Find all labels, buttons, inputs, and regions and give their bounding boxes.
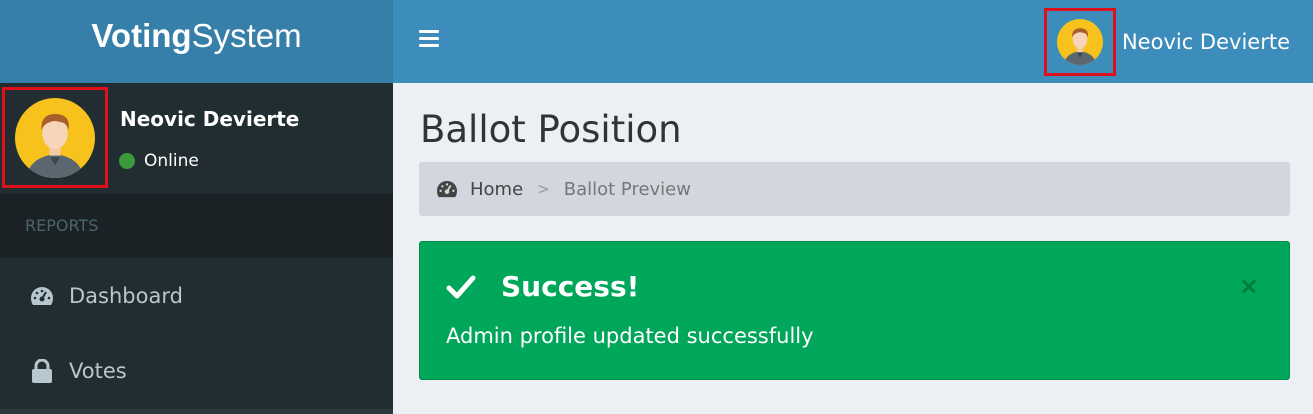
sidebar-toggle-icon[interactable]: [419, 30, 439, 48]
sidebar-item-votes[interactable]: Votes: [0, 333, 393, 408]
sidebar-item-label: Dashboard: [69, 283, 183, 308]
sidebar-section-header: REPORTS: [0, 194, 393, 258]
alert-message: Admin profile updated successfully: [446, 324, 814, 348]
online-status: Online: [119, 151, 199, 171]
close-icon[interactable]: ×: [1239, 272, 1259, 300]
breadcrumb-separator: >: [537, 180, 550, 198]
app-logo[interactable]: VotingSystem: [0, 0, 393, 83]
dashboard-icon: [29, 283, 55, 309]
success-alert: Success! Admin profile updated successfu…: [419, 241, 1290, 380]
sidebar-item-partial[interactable]: [0, 409, 393, 414]
alert-header: Success!: [446, 270, 639, 303]
header-user-name: Neovic Devierte: [1121, 29, 1290, 54]
avatar: [1056, 18, 1103, 65]
user-menu[interactable]: Neovic Devierte: [1043, 0, 1313, 83]
user-panel: Neovic Devierte Online: [0, 83, 393, 194]
breadcrumb: Home > Ballot Preview: [419, 162, 1290, 216]
lock-icon: [29, 358, 55, 384]
logo-light-text: System: [191, 17, 302, 54]
check-icon: [446, 275, 476, 298]
breadcrumb-home-link[interactable]: Home: [470, 179, 523, 200]
sidebar-user-name: Neovic Devierte: [120, 107, 300, 131]
avatar: [15, 97, 95, 178]
sidebar: Neovic Devierte Online REPORTS Dashboard: [0, 83, 393, 414]
sidebar-item-label: Votes: [69, 358, 127, 383]
breadcrumb-current: Ballot Preview: [563, 178, 691, 200]
page-title: Ballot Position: [420, 108, 682, 151]
dashboard-icon: [436, 178, 458, 200]
top-navbar: Neovic Devierte: [393, 0, 1313, 83]
logo-bold-text: Voting: [91, 17, 192, 54]
sidebar-item-dashboard[interactable]: Dashboard: [0, 258, 393, 333]
status-dot-icon: [119, 153, 135, 169]
alert-title: Success!: [501, 270, 640, 303]
status-label: Online: [144, 151, 199, 171]
avatar-highlight-box: [1043, 7, 1116, 76]
avatar-highlight-box: [2, 87, 108, 188]
